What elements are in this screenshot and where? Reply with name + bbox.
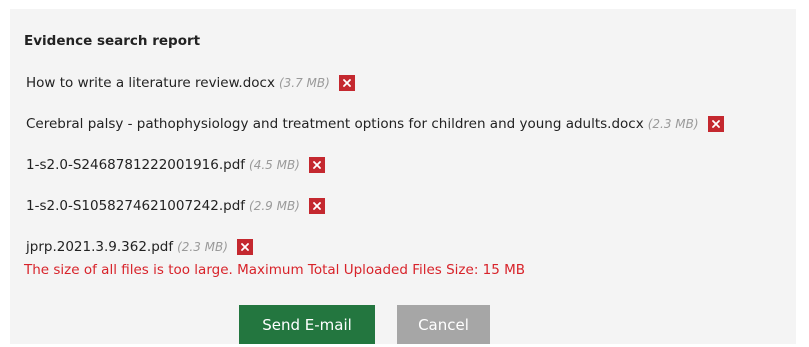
cancel-button[interactable]: Cancel	[397, 305, 490, 344]
attachment-size: (4.5 MB)	[249, 158, 300, 172]
attachment-name: 1-s2.0-S1058274621007242.pdf	[26, 198, 246, 214]
attachment-name: jprp.2021.3.9.362.pdf	[26, 239, 174, 255]
send-email-button[interactable]: Send E-mail	[239, 305, 375, 344]
attachment-name: Cerebral palsy - pathophysiology and tre…	[26, 116, 644, 132]
close-icon	[312, 202, 321, 210]
attachment-row: Cerebral palsy - pathophysiology and tre…	[26, 114, 724, 134]
attachment-name: 1-s2.0-S2468781222001916.pdf	[26, 157, 246, 173]
close-icon	[241, 243, 249, 251]
remove-attachment-button[interactable]	[308, 157, 325, 173]
attachment-size: (2.3 MB)	[177, 240, 228, 254]
remove-attachment-button[interactable]	[338, 75, 355, 91]
report-title: Evidence search report	[24, 33, 201, 49]
attachment-row: 1-s2.0-S2468781222001916.pdf (4.5 MB)	[26, 155, 325, 175]
attachment-row: How to write a literature review.docx (3…	[26, 73, 355, 93]
remove-attachment-button[interactable]	[308, 198, 325, 214]
attachment-size: (2.9 MB)	[249, 199, 300, 213]
close-icon	[342, 79, 351, 87]
attachment-row: 1-s2.0-S1058274621007242.pdf (2.9 MB)	[26, 196, 325, 216]
remove-attachment-button[interactable]	[707, 116, 724, 132]
close-icon	[312, 161, 321, 169]
close-icon	[711, 120, 720, 128]
file-size-error-message: The size of all files is too large. Maxi…	[24, 262, 526, 278]
attachment-name: How to write a literature review.docx	[26, 75, 275, 91]
attachment-size: (2.3 MB)	[647, 117, 699, 131]
remove-attachment-button[interactable]	[236, 239, 253, 255]
email-report-panel	[10, 9, 796, 344]
attachment-size: (3.7 MB)	[278, 76, 330, 90]
attachment-row: jprp.2021.3.9.362.pdf (2.3 MB)	[26, 237, 253, 257]
